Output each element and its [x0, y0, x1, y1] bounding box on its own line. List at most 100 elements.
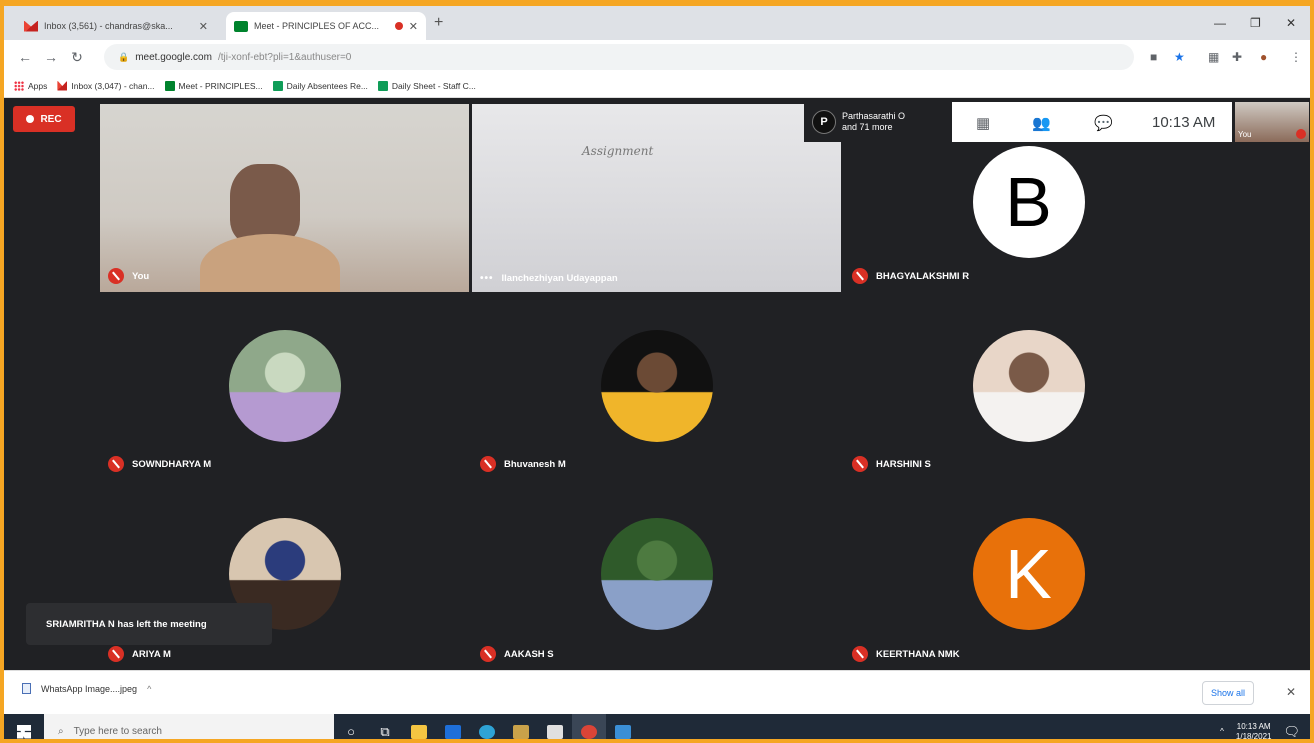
download-item[interactable]: WhatsApp Image....jpeg ^	[22, 683, 151, 694]
participant-tile-you[interactable]: You	[100, 104, 469, 292]
speaking-dots-icon: •••	[480, 273, 494, 284]
close-window-icon[interactable]: ✕	[1286, 16, 1296, 30]
tile-name: SOWNDHARYA M	[108, 456, 211, 472]
self-view-thumbnail[interactable]: You	[1235, 102, 1309, 142]
participant-tile-harshini[interactable]: HARSHINI S	[844, 294, 1213, 480]
taskbar-search[interactable]: ⌕ Type here to search	[44, 714, 334, 739]
self-label: You	[1238, 130, 1252, 139]
mic-muted-icon	[852, 646, 868, 662]
chevron-up-icon[interactable]: ^	[147, 684, 151, 694]
mic-muted-icon	[108, 268, 124, 284]
recording-indicator-icon	[394, 22, 403, 30]
mic-muted-icon	[108, 456, 124, 472]
bookmark-label: Apps	[28, 80, 48, 91]
profile-avatar-icon[interactable]: ●	[1260, 50, 1267, 64]
chevron-up-icon[interactable]: ^	[1220, 727, 1224, 736]
people-icon[interactable]: 👥	[1032, 114, 1051, 132]
menu-icon[interactable]: ⋮	[1290, 50, 1302, 64]
participant-tile-keerthana[interactable]: K KEERTHANA NMK	[844, 482, 1213, 670]
tab-gmail[interactable]: Inbox (3,561) - chandras@ska... ✕	[16, 12, 216, 40]
mic-muted-icon	[480, 456, 496, 472]
maximize-icon[interactable]: ❐	[1250, 16, 1261, 30]
app-icon[interactable]	[504, 714, 538, 739]
new-tab-icon[interactable]: +	[434, 14, 443, 32]
minimize-icon[interactable]: —	[1214, 16, 1226, 30]
extension-icon[interactable]: ▦	[1208, 50, 1219, 64]
tile-name: ARIYA M	[108, 646, 171, 662]
participant-video	[230, 164, 300, 244]
forward-icon[interactable]: →	[38, 49, 64, 65]
gmail-icon	[24, 20, 38, 32]
bookmark-inbox[interactable]: Inbox (3,047) - chan...	[57, 80, 155, 91]
tile-name: AAKASH S	[480, 646, 554, 662]
mic-muted-icon	[108, 646, 124, 662]
avatar: K	[972, 518, 1085, 630]
edge-icon[interactable]	[470, 714, 504, 739]
apps-icon	[14, 80, 24, 91]
close-tab-icon[interactable]: ✕	[199, 20, 208, 33]
camera-icon[interactable]: ■	[1150, 50, 1157, 64]
app-icon-2[interactable]	[606, 714, 640, 739]
windows-logo-icon	[17, 724, 31, 739]
participant-name: ARIYA M	[132, 648, 171, 660]
tray-clock[interactable]: 10:13 AM 1/18/2021	[1235, 721, 1272, 741]
star-icon[interactable]: ★	[1174, 50, 1185, 64]
navigation-bar: ← → ↻ 🔒 meet.google.com/tji-xonf-ebt?pli…	[4, 40, 1310, 74]
participant-name: HARSHINI S	[876, 458, 931, 470]
tab-meet[interactable]: Meet - PRINCIPLES OF ACC... ✕	[226, 12, 426, 40]
bookmark-absentees[interactable]: Daily Absentees Re...	[272, 80, 368, 91]
show-all-button[interactable]: Show all	[1202, 681, 1254, 705]
tab-title: Meet - PRINCIPLES OF ACC...	[254, 21, 380, 31]
bookmark-meet[interactable]: Meet - PRINCIPLES...	[164, 80, 263, 91]
bookmark-apps[interactable]: Apps	[14, 80, 48, 91]
meet-icon	[164, 80, 175, 91]
mic-muted-icon	[1296, 129, 1306, 139]
search-icon: ⌕	[58, 726, 64, 737]
puzzle-icon[interactable]: ✚	[1232, 50, 1242, 64]
url-path: /tji-xonf-ebt?pli=1&authuser=0	[217, 51, 352, 63]
recording-badge: REC	[13, 106, 75, 132]
tray-date: 1/18/2021	[1235, 731, 1272, 741]
bookmark-daily-sheet[interactable]: Daily Sheet - Staff C...	[377, 80, 476, 91]
participant-name: Bhuvanesh M	[504, 458, 566, 470]
chrome-icon[interactable]	[572, 714, 606, 739]
notifications-icon[interactable]: 🗨	[1283, 724, 1300, 740]
avatar: B	[972, 146, 1085, 258]
mail-icon[interactable]	[436, 714, 470, 739]
system-tray: ^ 10:13 AM 1/18/2021 🗨	[1220, 714, 1300, 741]
participant-tile-sowndharya[interactable]: SOWNDHARYA M	[100, 294, 469, 480]
start-button[interactable]	[4, 714, 44, 739]
participant-name: Ilanchezhiyan Udayappan	[501, 273, 618, 284]
lock-icon: 🔒	[118, 51, 130, 62]
task-view-icon[interactable]: ⧉	[368, 714, 402, 739]
participant-tile-aakash[interactable]: AAKASH S	[472, 482, 841, 670]
participants-pill[interactable]: P Parthasarathi Oand 71 more	[804, 102, 952, 142]
participant-tile-ilanchezhiyan[interactable]: Assignment ••• Ilanchezhiyan Udayappan	[472, 104, 841, 292]
participant-name: KEERTHANA NMK	[876, 648, 960, 660]
tile-name: Bhuvanesh M	[480, 456, 566, 472]
grid-layout-icon[interactable]: ▦	[976, 114, 990, 132]
avatar	[600, 330, 713, 442]
participant-name: SOWNDHARYA M	[132, 458, 212, 470]
meeting-clock: 10:13 AM	[1152, 114, 1216, 131]
reload-icon[interactable]: ↻	[64, 49, 90, 66]
notification-toast: SRIAMRITHA N has left the meeting	[26, 603, 272, 645]
address-bar[interactable]: 🔒 meet.google.com/tji-xonf-ebt?pli=1&aut…	[104, 44, 1134, 70]
gmail-icon	[57, 80, 68, 91]
back-icon[interactable]: ←	[12, 49, 38, 65]
download-filename: WhatsApp Image....jpeg	[41, 683, 138, 694]
bookmark-label: Daily Sheet - Staff C...	[391, 80, 476, 91]
close-downloads-icon[interactable]: ✕	[1286, 685, 1296, 699]
bookmark-label: Daily Absentees Re...	[286, 80, 368, 91]
meet-icon	[234, 20, 248, 32]
participant-tile-bhuvanesh[interactable]: Bhuvanesh M	[472, 294, 841, 480]
rec-label: REC	[40, 113, 62, 125]
tray-time: 10:13 AM	[1236, 721, 1271, 731]
chat-icon[interactable]: 💬	[1094, 114, 1113, 132]
close-tab-icon[interactable]: ✕	[409, 20, 418, 33]
store-icon[interactable]	[538, 714, 572, 739]
file-explorer-icon[interactable]	[402, 714, 436, 739]
url-host: meet.google.com	[135, 51, 212, 63]
cortana-icon[interactable]: ○	[334, 714, 368, 739]
image-file-icon	[22, 683, 31, 694]
